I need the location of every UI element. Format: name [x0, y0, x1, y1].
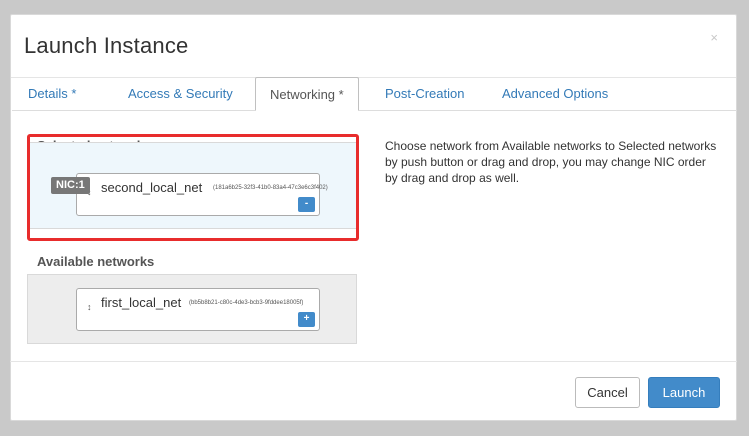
network-id: (bb5b8b21-c80c-4de3-bcb3-9fddee18005f)	[189, 300, 304, 306]
network-name: second_local_net	[101, 180, 203, 195]
footer-divider	[10, 361, 737, 362]
launch-button[interactable]: Launch	[648, 377, 720, 408]
wizard-tabs: Details * Access & Security Networking *…	[12, 77, 737, 111]
remove-network-button[interactable]: -	[298, 197, 315, 212]
network-id: (181a6b25-32f3-41b0-83a4-47c3e6c3f402)	[213, 185, 328, 191]
cancel-button[interactable]: Cancel	[575, 377, 640, 408]
available-network-item[interactable]: ↕ first_local_net (bb5b8b21-c80c-4de3-bc…	[76, 288, 320, 331]
dialog-title: Launch Instance	[24, 33, 189, 58]
tab-post-creation[interactable]: Post-Creation	[385, 77, 464, 110]
nic-badge: NIC:1	[51, 177, 90, 194]
sort-updown-icon[interactable]: ↕	[87, 303, 92, 312]
network-name: first_local_net	[101, 295, 182, 310]
available-networks-heading: Available networks	[37, 254, 155, 269]
tab-advanced-options[interactable]: Advanced Options	[502, 77, 608, 110]
networking-help-text: Choose network from Available networks t…	[385, 139, 717, 185]
tab-networking[interactable]: Networking *	[255, 77, 359, 111]
tab-access-security[interactable]: Access & Security	[128, 77, 233, 110]
tab-details[interactable]: Details *	[28, 77, 76, 110]
selected-network-item[interactable]: ↕ second_local_net (181a6b25-32f3-41b0-8…	[76, 173, 328, 216]
dialog-header: Launch Instance ×	[11, 15, 736, 78]
close-icon[interactable]: ×	[710, 31, 718, 44]
add-network-button[interactable]: +	[298, 312, 315, 327]
